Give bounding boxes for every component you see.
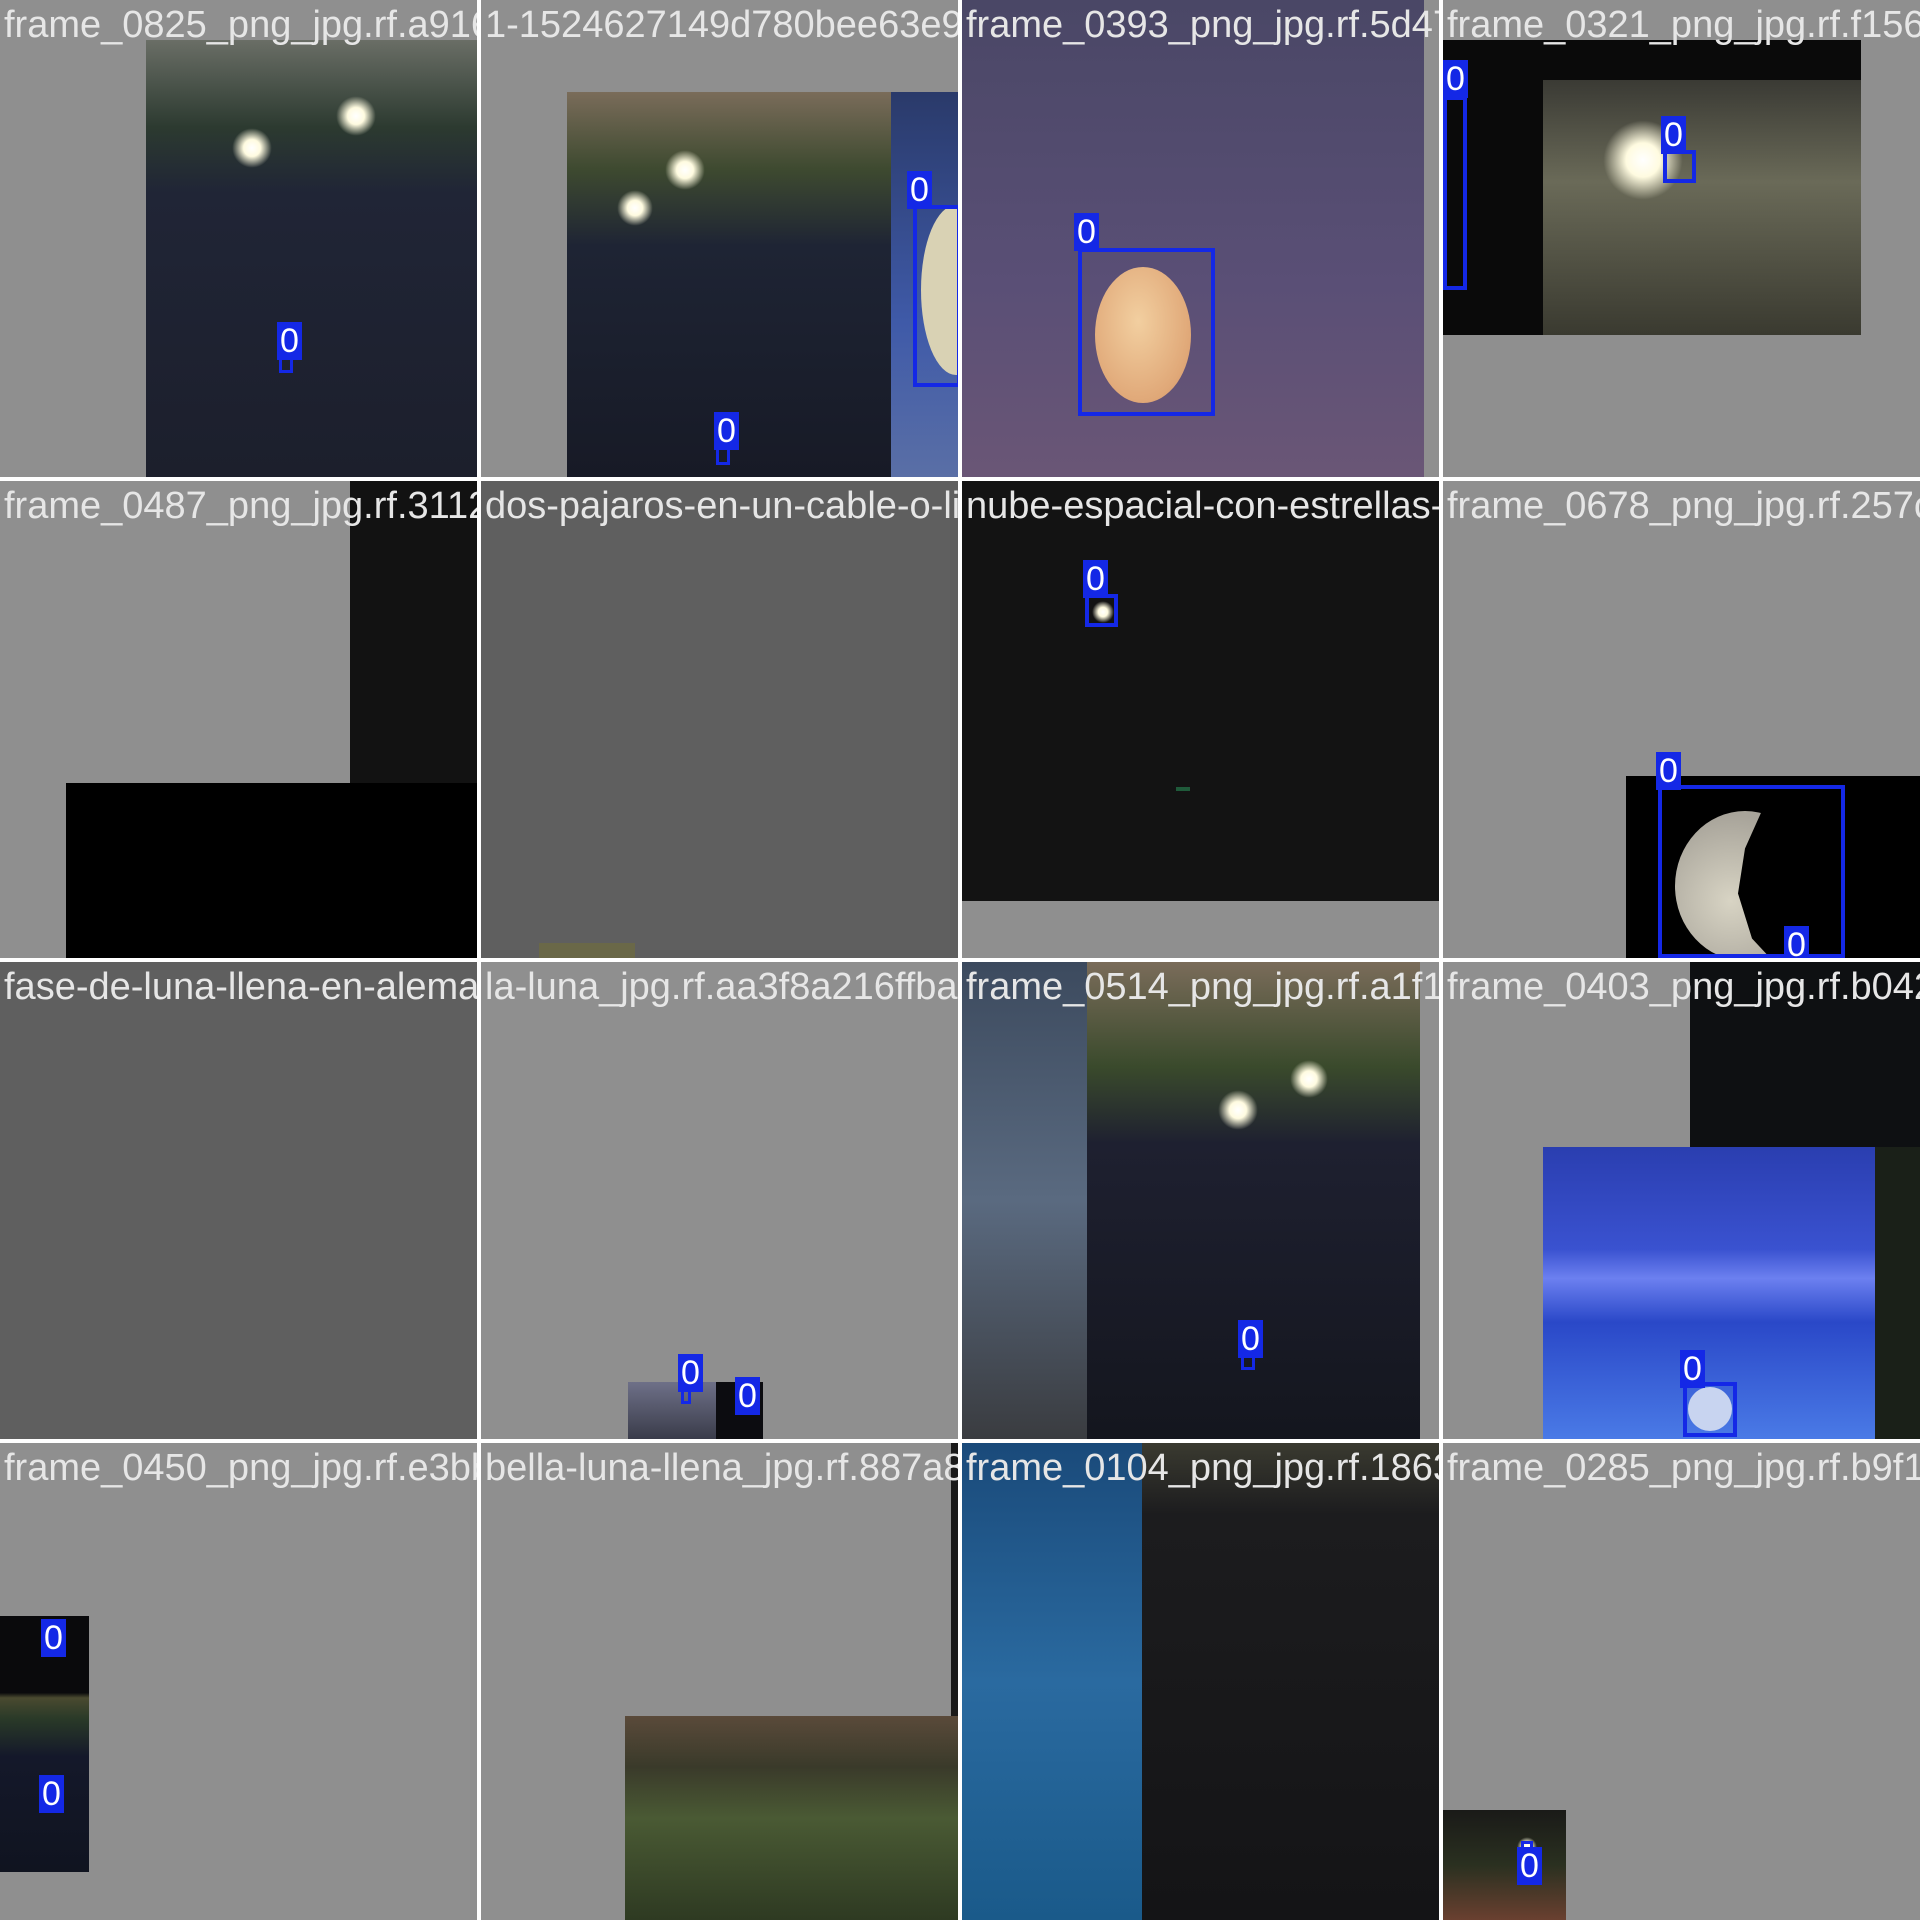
detection-label: 0 — [1656, 752, 1681, 790]
tile[interactable]: 0 0 frame_0321_png_jpg.rf.f156989b1bd081… — [1443, 0, 1920, 477]
dark-region — [350, 481, 477, 783]
right-strip — [1420, 962, 1439, 1439]
street-light — [1290, 1060, 1328, 1098]
photo-strip — [539, 943, 635, 958]
tile-title: frame_0678_png_jpg.rf.257c — [1447, 485, 1920, 527]
detection-label: 0 — [41, 1619, 66, 1657]
detection-box — [1663, 150, 1696, 183]
detection-label: 0 — [678, 1354, 703, 1392]
night-photo — [146, 40, 477, 477]
detection-label: 0 — [39, 1775, 64, 1813]
detection-box — [1078, 248, 1215, 416]
night-photo — [1443, 1810, 1566, 1920]
night-photo — [1087, 962, 1439, 1439]
tile-title: frame_0285_png_jpg.rf.b9f1 — [1447, 1447, 1920, 1489]
detection-label: 0 — [1074, 213, 1099, 251]
tile[interactable]: 0 frame_0393_png_jpg.rf.5d47f62 — [962, 0, 1439, 477]
tile-title: bella-luna-llena_jpg.rf.887a8bd4 — [485, 1447, 958, 1489]
tile-title: la-luna_jpg.rf.aa3f8a216ffba5f — [485, 966, 958, 1008]
tile[interactable]: frame_0487_png_jpg.rf.3112d138 — [0, 481, 477, 958]
tile[interactable]: 0 0 frame_0450_png_jpg.rf.e3bbe7b2361 — [0, 1443, 477, 1920]
detection-box — [1443, 96, 1467, 290]
green-speck — [1176, 787, 1190, 791]
park-photo — [625, 1716, 958, 1920]
street-light — [232, 128, 272, 168]
street-light — [336, 96, 376, 136]
blue-photo — [962, 1443, 1142, 1920]
detection-box — [1658, 785, 1845, 958]
detection-label: 0 — [1517, 1847, 1542, 1885]
detection-label: 0 — [1784, 926, 1809, 958]
tile-title: fase-de-luna-llena-en-alemania-30 — [4, 966, 477, 1008]
tile-title: dos-pajaros-en-un-cable-o-linea-electri — [485, 485, 958, 527]
detection-label: 0 — [907, 171, 932, 209]
tile[interactable]: bella-luna-llena_jpg.rf.887a8bd4 — [481, 1443, 958, 1920]
tile[interactable]: frame_0104_png_jpg.rf.1863f7af04f — [962, 1443, 1439, 1920]
detection-label: 0 — [1680, 1350, 1705, 1388]
detection-label: 0 — [1443, 60, 1468, 98]
tile-title: 1-1524627149d780bee63e9fde5 — [485, 4, 958, 46]
tile[interactable]: 0 frame_0403_png_jpg.rf.b042 — [1443, 962, 1920, 1439]
street-light — [1218, 1090, 1258, 1130]
tile[interactable]: 0 frame_0285_png_jpg.rf.b9f1 — [1443, 1443, 1920, 1920]
night-sky-photo — [962, 481, 1439, 901]
street-light — [617, 190, 653, 226]
tile[interactable]: fase-de-luna-llena-en-alemania-30 — [0, 962, 477, 1439]
twilight-photo — [962, 962, 1087, 1439]
detection-label: 0 — [1238, 1320, 1263, 1358]
detection-box — [1683, 1382, 1737, 1437]
right-photo — [1875, 1147, 1920, 1439]
mosaic-grid: 0 frame_0825_png_jpg.rf.a9161d52 0 0 1-1… — [0, 0, 1920, 1920]
tile[interactable]: 0 0 frame_0678_png_jpg.rf.257c — [1443, 481, 1920, 958]
dark-photo — [1690, 962, 1920, 1147]
tile-title: frame_0450_png_jpg.rf.e3bbe7b2361 — [4, 1447, 477, 1489]
black-region — [66, 783, 477, 958]
detection-label: 0 — [1661, 116, 1686, 154]
detection-label: 0 — [277, 322, 302, 360]
detection-label: 0 — [735, 1377, 760, 1415]
tile[interactable]: 0 frame_0514_png_jpg.rf.a1f1052d7 — [962, 962, 1439, 1439]
dark-edge — [951, 1443, 958, 1716]
tile[interactable]: 0 0 1-1524627149d780bee63e9fde5 — [481, 0, 958, 477]
tile[interactable]: 0 frame_0825_png_jpg.rf.a9161d52 — [0, 0, 477, 477]
night-photo — [1142, 1443, 1439, 1920]
detection-label: 0 — [714, 412, 739, 450]
tile[interactable]: 0 nube-espacial-con-estrellas-y-fondo — [962, 481, 1439, 958]
street-light — [665, 150, 705, 190]
wall-photo — [1543, 80, 1861, 335]
tile[interactable]: 0 0 la-luna_jpg.rf.aa3f8a216ffba5f — [481, 962, 958, 1439]
detection-box — [1085, 594, 1118, 627]
tile[interactable]: dos-pajaros-en-un-cable-o-linea-electri — [481, 481, 958, 958]
detection-label: 0 — [1083, 560, 1108, 598]
detection-box — [913, 205, 958, 387]
